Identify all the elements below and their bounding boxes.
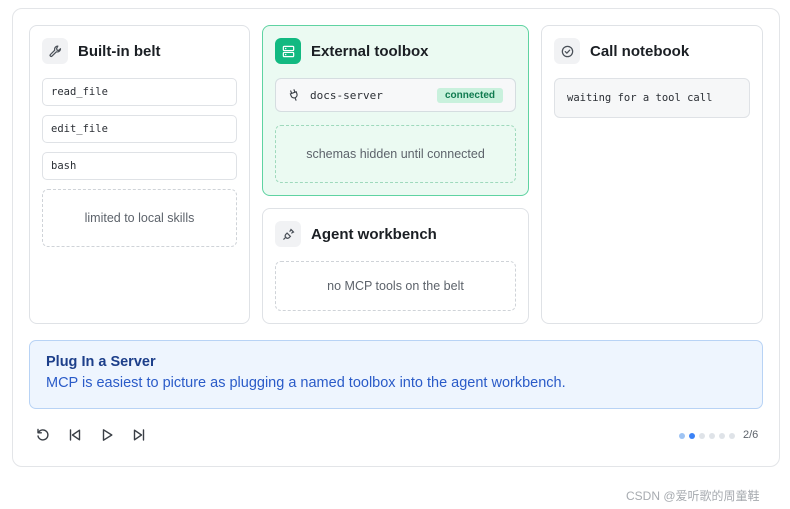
built-in-belt-card: Built-in belt read_file edit_file bash l… <box>29 25 250 324</box>
check-circle-icon <box>554 38 580 64</box>
card-title: External toolbox <box>311 42 429 60</box>
progress-dots <box>679 433 735 439</box>
server-icon <box>275 38 301 64</box>
previous-icon[interactable] <box>66 426 84 444</box>
play-icon[interactable] <box>98 426 116 444</box>
watermark: CSDN @爱听歌的周童鞋 <box>626 489 760 503</box>
external-toolbox-card: External toolbox docs-server connected s… <box>262 25 529 196</box>
playback-controls <box>34 426 148 444</box>
toolbox-note: schemas hidden until connected <box>275 125 516 183</box>
callout-title: Plug In a Server <box>46 354 156 370</box>
notebook-status: waiting for a tool call <box>554 78 750 118</box>
progress-dot[interactable] <box>709 433 715 439</box>
callout-body: MCP is easiest to picture as plugging a … <box>46 375 566 391</box>
card-title: Built-in belt <box>78 42 161 60</box>
next-icon[interactable] <box>130 426 148 444</box>
call-notebook-card: Call notebook waiting for a tool call <box>541 25 763 324</box>
workbench-note: no MCP tools on the belt <box>275 261 516 311</box>
progress-dot[interactable] <box>729 433 735 439</box>
server-name: docs-server <box>310 88 383 102</box>
unplugged-icon <box>275 221 301 247</box>
tool-bash: bash <box>42 152 237 180</box>
belt-note: limited to local skills <box>42 189 237 247</box>
tool-read-file: read_file <box>42 78 237 106</box>
progress-dot[interactable] <box>699 433 705 439</box>
step-callout: Plug In a Server MCP is easiest to pictu… <box>29 340 763 409</box>
progress-dot[interactable] <box>719 433 725 439</box>
plug-icon <box>288 88 302 102</box>
status-badge: connected <box>436 87 503 103</box>
agent-workbench-card: Agent workbench no MCP tools on the belt <box>262 208 529 324</box>
restart-icon[interactable] <box>34 426 52 444</box>
card-title: Agent workbench <box>311 225 437 243</box>
tool-edit-file: edit_file <box>42 115 237 143</box>
wrench-icon <box>42 38 68 64</box>
progress-dot[interactable] <box>689 433 695 439</box>
progress-dot[interactable] <box>679 433 685 439</box>
step-counter: 2/6 <box>743 429 759 441</box>
card-title: Call notebook <box>590 42 690 60</box>
server-row[interactable]: docs-server connected <box>275 78 516 112</box>
